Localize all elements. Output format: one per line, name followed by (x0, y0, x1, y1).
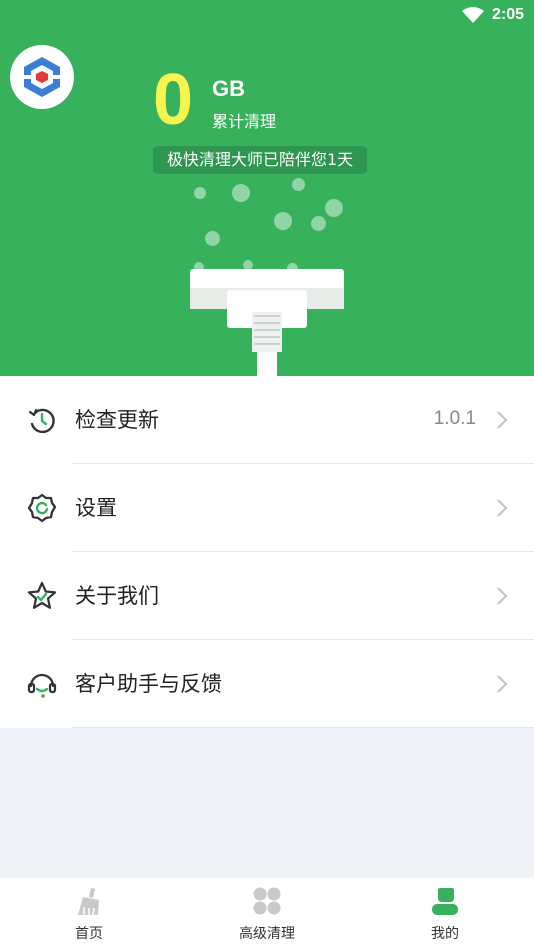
vacuum-cleaner-illustration (190, 269, 344, 376)
nav-tab-label: 首页 (75, 926, 103, 942)
menu-item-label: 关于我们 (75, 584, 159, 608)
total-cleaned-value: 0 (153, 60, 194, 140)
total-cleaned-caption: 累计清理 (212, 112, 277, 131)
app-logo-avatar[interactable] (10, 45, 74, 109)
nav-tab-label: 高级清理 (239, 926, 295, 942)
status-time: 2:05 (491, 6, 524, 23)
settings-menu: 检查更新 1.0.1 设置 关于我们 客户助手与反馈 (0, 376, 534, 728)
refresh-clock-icon (28, 408, 55, 434)
companion-days-badge: 极快清理大师已陪伴您1天 (153, 146, 368, 174)
bottom-navigation: 首页 高级清理 我的 (0, 878, 534, 949)
chevron-right-icon (497, 675, 508, 693)
menu-item-settings[interactable]: 设置 (0, 464, 534, 552)
menu-item-check-update[interactable]: 检查更新 1.0.1 (0, 376, 534, 464)
wifi-icon (461, 7, 484, 23)
nav-tab-home[interactable]: 首页 (0, 878, 178, 949)
chevron-right-icon (497, 587, 508, 605)
star-icon (27, 581, 57, 609)
menu-item-label: 检查更新 (75, 408, 159, 432)
nav-tab-label: 我的 (431, 926, 459, 942)
nav-tab-mine[interactable]: 我的 (356, 878, 534, 949)
broom-icon (78, 888, 99, 916)
app-version-value: 1.0.1 (433, 408, 476, 429)
profile-header: 2:05 0 GB 累计清理 极快清理大师已陪伴您1天 (0, 0, 534, 376)
gear-icon (27, 493, 57, 523)
status-bar: 2:05 (461, 4, 524, 26)
menu-item-about-us[interactable]: 关于我们 (0, 552, 534, 640)
nav-tab-advanced-clean[interactable]: 高级清理 (178, 878, 356, 949)
chevron-right-icon (497, 499, 508, 517)
total-cleaned-unit: GB (212, 76, 245, 101)
menu-item-customer-support[interactable]: 客户助手与反馈 (0, 640, 534, 728)
app-logo-icon (24, 57, 60, 97)
chevron-right-icon (497, 411, 508, 429)
headset-icon (27, 673, 57, 698)
bubble-decoration (232, 184, 250, 202)
bubble-decoration (292, 178, 305, 191)
menu-item-label: 客户助手与反馈 (75, 672, 222, 696)
bubble-decoration (311, 216, 326, 231)
menu-item-label: 设置 (75, 496, 117, 520)
bubble-decoration (325, 199, 343, 217)
bubble-decoration (194, 187, 206, 199)
divider (72, 727, 534, 728)
grid-icon (253, 887, 281, 915)
user-icon (432, 888, 458, 915)
bubble-decoration (205, 231, 220, 246)
bubble-decoration (274, 212, 292, 230)
